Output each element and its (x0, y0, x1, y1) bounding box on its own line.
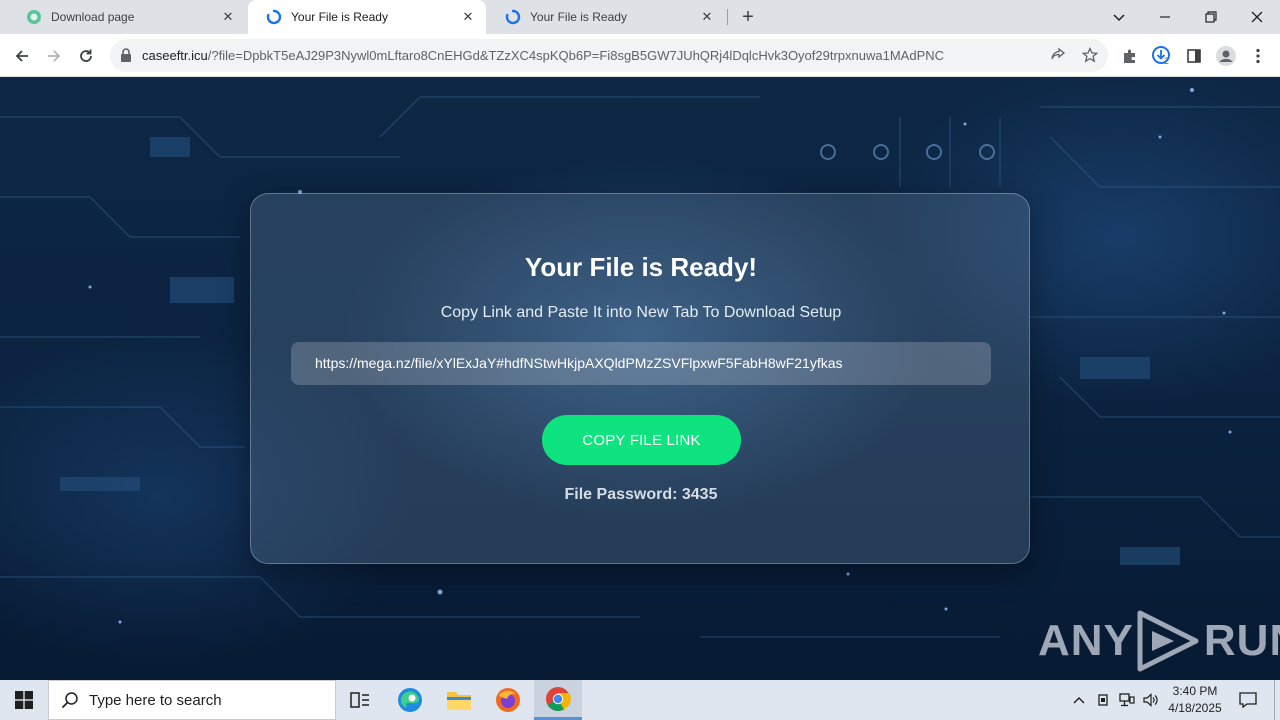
new-tab-button[interactable]: + (736, 5, 760, 29)
anyrun-watermark-logo: ANY RUN (1038, 609, 1280, 673)
url-path: /?file=DpbkT5eAJ29P3Nywl0mLftaro8CnEHGd&… (207, 48, 945, 63)
firefox-icon (496, 688, 520, 712)
tab-search-chevron-icon[interactable] (1096, 0, 1142, 34)
task-view-button[interactable] (336, 680, 384, 720)
windows-taskbar: Type here to search 3:40 PM 4/18/2025 (0, 680, 1280, 720)
lock-icon[interactable] (120, 48, 132, 67)
show-hidden-icons-chevron-icon[interactable] (1068, 680, 1090, 720)
tab-download-page[interactable]: Download page ✕ (8, 0, 246, 34)
page-viewport: Your File is Ready! Copy Link and Paste … (0, 77, 1280, 680)
file-password-text: File Password: 3435 (564, 486, 718, 503)
bookmark-star-icon[interactable] (1076, 41, 1104, 69)
start-button[interactable] (0, 680, 48, 720)
clock-date: 4/18/2025 (1168, 701, 1222, 715)
download-count-badge: 2 (1164, 56, 1170, 66)
loading-spinner-icon (505, 9, 521, 25)
close-icon[interactable]: ✕ (699, 9, 715, 25)
clock-time: 3:40 PM (1172, 684, 1218, 698)
folder-icon (447, 692, 471, 710)
extensions-puzzle-icon[interactable] (1116, 42, 1144, 70)
download-page-favicon-icon (26, 9, 42, 25)
close-icon[interactable]: ✕ (220, 9, 236, 25)
minimize-button[interactable] (1142, 0, 1188, 34)
tab-separator (727, 9, 728, 25)
forward-button[interactable] (40, 42, 68, 70)
watermark-text-right: RUN (1203, 616, 1280, 665)
share-icon[interactable] (1044, 41, 1072, 69)
chrome-button[interactable] (534, 680, 582, 720)
file-link-field[interactable]: https://mega.nz/file/xYlExJaY#hdfNStwHkj… (291, 342, 991, 385)
search-icon (61, 691, 79, 709)
page-title: Your File is Ready! (524, 252, 758, 282)
search-placeholder: Type here to search (89, 691, 222, 709)
taskbar-search-box[interactable]: Type here to search (48, 680, 336, 720)
browser-toolbar: caseeftr.icu/?file=DpbkT5eAJ29P3Nywl0mLf… (0, 34, 1280, 77)
file-explorer-button[interactable] (435, 680, 483, 720)
play-triangle-icon (1137, 610, 1199, 672)
firefox-button[interactable] (484, 680, 532, 720)
system-clock[interactable]: 3:40 PM 4/18/2025 (1162, 683, 1228, 717)
close-icon[interactable]: ✕ (460, 9, 476, 25)
watermark-text-left: ANY (1038, 616, 1134, 665)
address-bar[interactable]: caseeftr.icu/?file=DpbkT5eAJ29P3Nywl0mLf… (110, 39, 1108, 72)
edge-icon (398, 688, 422, 712)
profile-avatar-icon[interactable] (1212, 42, 1240, 70)
url-text[interactable]: caseeftr.icu/?file=DpbkT5eAJ29P3Nywl0mLf… (142, 48, 1042, 63)
menu-kebab-icon[interactable] (1244, 42, 1272, 70)
chrome-icon (546, 686, 571, 711)
restore-button[interactable] (1188, 0, 1234, 34)
side-panel-icon[interactable] (1180, 42, 1208, 70)
edge-browser-button[interactable] (386, 680, 434, 720)
back-button[interactable] (8, 42, 36, 70)
tab-title: Your File is Ready (291, 10, 388, 24)
windows-logo-icon (15, 691, 33, 709)
copy-file-link-button[interactable]: COPY FILE LINK (542, 415, 741, 465)
tab-your-file-ready[interactable]: Your File is Ready ✕ (487, 0, 725, 34)
page-subtitle: Copy Link and Paste It into New Tab To D… (440, 304, 842, 321)
tab-title: Download page (51, 10, 135, 24)
url-host: caseeftr.icu (142, 48, 208, 63)
reload-button[interactable] (72, 42, 100, 70)
tab-title: Your File is Ready (530, 10, 627, 24)
notifications-icon[interactable] (1234, 680, 1262, 720)
show-desktop-button[interactable] (1274, 680, 1280, 720)
close-window-button[interactable] (1234, 0, 1280, 34)
usb-device-icon[interactable] (1092, 680, 1114, 720)
tab-your-file-ready-active[interactable]: Your File is Ready ✕ (248, 0, 486, 34)
volume-icon[interactable] (1140, 680, 1162, 720)
loading-spinner-icon (266, 9, 282, 25)
network-icon[interactable] (1116, 680, 1138, 720)
download-card: Your File is Ready! Copy Link and Paste … (250, 193, 1030, 564)
task-view-icon (350, 692, 369, 708)
tab-strip: Download page ✕ Your File is Ready ✕ You… (0, 0, 1280, 34)
downloads-icon[interactable]: 2 (1148, 42, 1176, 70)
